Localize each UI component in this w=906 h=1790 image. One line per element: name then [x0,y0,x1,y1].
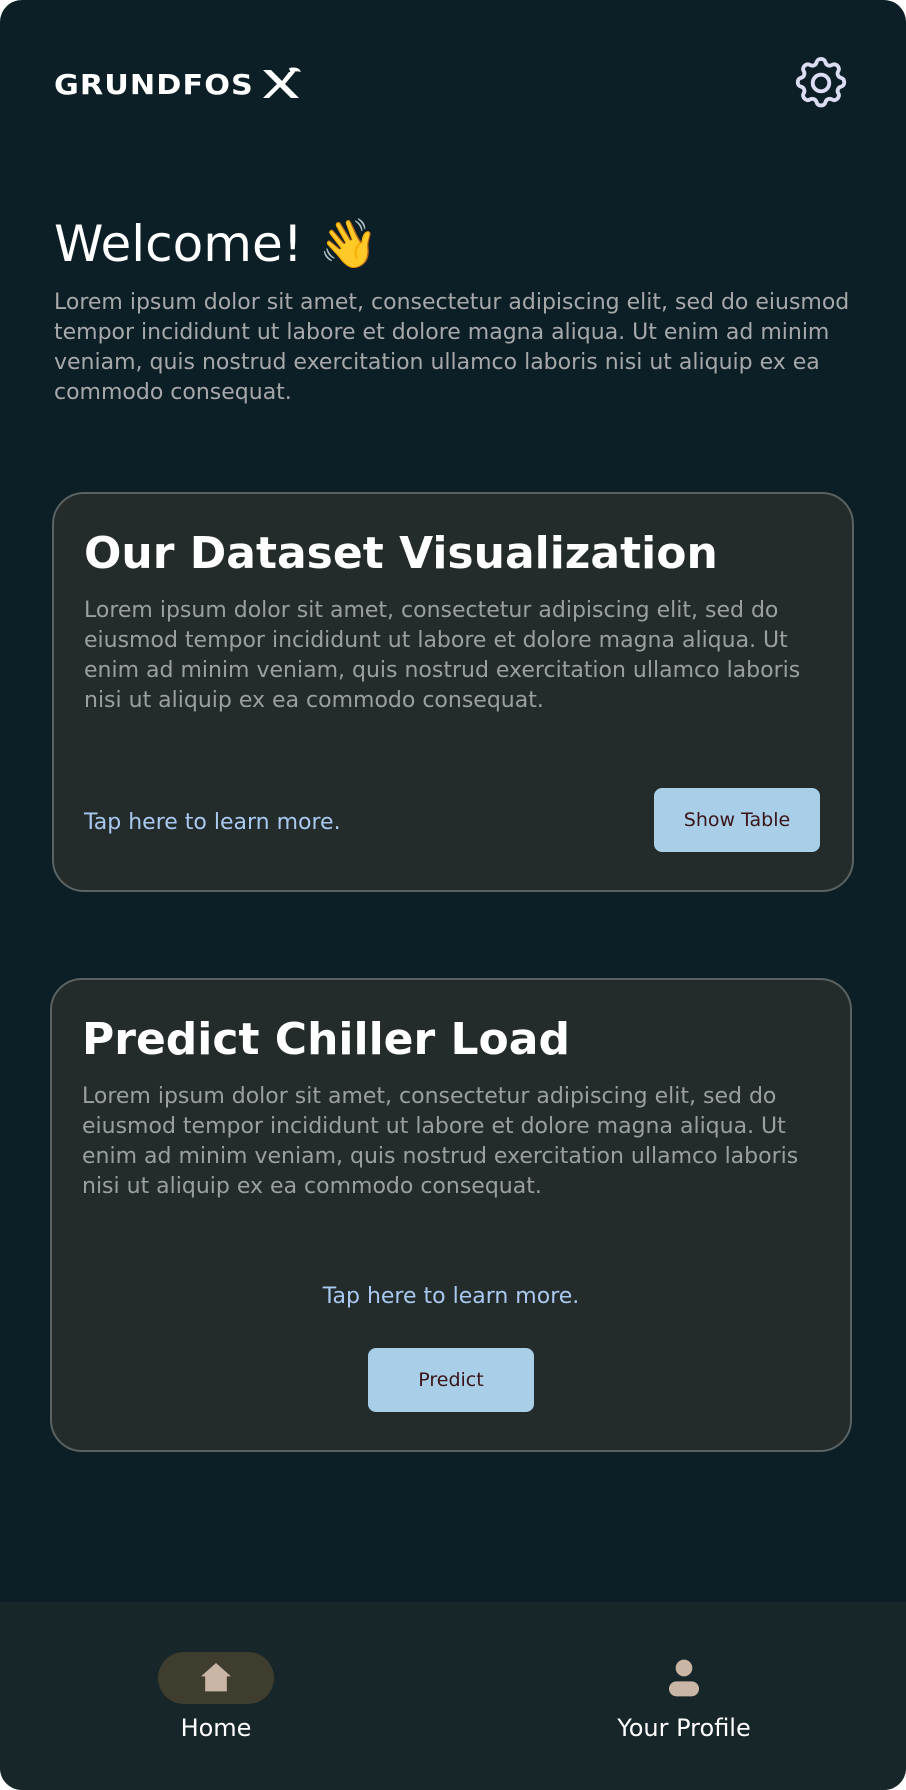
welcome-title: Welcome! 👋 [54,208,854,280]
welcome-section: Welcome! 👋 Lorem ipsum dolor sit amet, c… [54,208,854,408]
card-title: Predict Chiller Load [82,1014,570,1065]
waving-hand-icon: 👋 [318,216,379,272]
predict-chiller-load-card: Predict Chiller Load Lorem ipsum dolor s… [50,978,852,1452]
learn-more-link[interactable]: Tap here to learn more. [52,1284,850,1309]
logo-text: GRUNDFOS [54,67,254,101]
show-table-button[interactable]: Show Table [654,788,820,852]
grundfos-logo: GRUNDFOS [54,60,303,108]
top-bar: GRUNDFOS [54,57,852,130]
bottom-navigation: Home Your Profile [0,1602,906,1790]
gear-icon [795,57,847,108]
predict-button[interactable]: Predict [368,1348,534,1412]
learn-more-link[interactable]: Tap here to learn more. [84,810,341,835]
welcome-title-text: Welcome! [54,215,303,273]
nav-active-indicator [158,1652,274,1704]
user-icon [669,1659,699,1697]
grundfos-mark-icon [263,67,302,98]
nav-label-your-profile: Your Profile [617,1714,751,1742]
settings-button[interactable] [790,52,852,114]
card-title: Our Dataset Visualization [84,528,718,579]
nav-icon-container [626,1652,742,1704]
card-description: Lorem ipsum dolor sit amet, consectetur … [82,1084,799,1199]
dataset-visualization-card: Our Dataset Visualization Lorem ipsum do… [52,492,854,892]
welcome-description: Lorem ipsum dolor sit amet, consectetur … [54,290,850,405]
nav-item-home[interactable]: Home [86,1652,346,1744]
nav-item-your-profile[interactable]: Your Profile [554,1652,814,1744]
nav-label-home: Home [180,1714,252,1742]
app-screen: GRUNDFOS Welcome! 👋 Lorem ipsum dolor si… [0,0,906,1790]
home-icon [201,1663,231,1692]
card-description: Lorem ipsum dolor sit amet, consectetur … [84,598,801,713]
